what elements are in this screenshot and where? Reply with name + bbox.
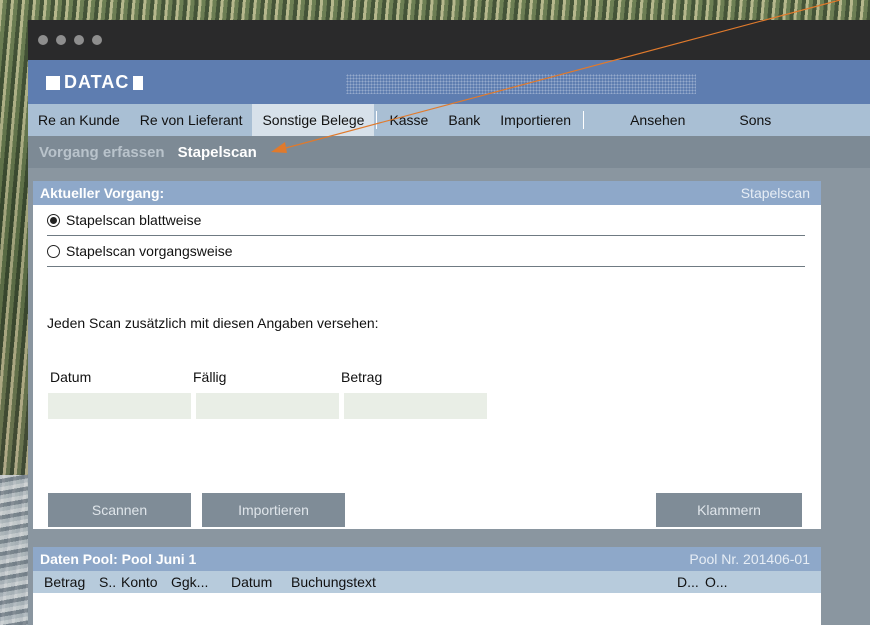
window-zoom-button[interactable] [74,35,84,45]
data-pool-panel: Daten Pool: Pool Juni 1 Pool Nr. 201406-… [33,547,821,625]
menu-importieren[interactable]: Importieren [490,104,581,136]
tab-stapelscan[interactable]: Stapelscan [178,144,257,161]
logo-text: DATAC [64,72,130,92]
radio-unselected-icon[interactable] [47,244,60,258]
data-pool-title: Daten Pool: Pool Juni 1 [40,551,197,567]
import-button[interactable]: Importieren [202,493,345,527]
menu-sonstige-belege[interactable]: Sonstige Belege [252,104,375,136]
current-process-mode: Stapelscan [740,185,810,201]
decorative-dot-grid [346,74,696,94]
col-ggk[interactable]: Ggk... [171,574,231,590]
menu-re-an-kunde[interactable]: Re an Kunde [28,104,130,136]
option-label: Stapelscan blattweise [66,212,202,228]
app-window: DATAC Re an Kunde Re von Lieferant Sonst… [28,20,870,625]
menu-separator [583,111,585,129]
col-s[interactable]: S.. [99,574,121,590]
betrag-field[interactable] [344,393,487,419]
col-d[interactable]: D... [677,574,705,590]
radio-selected-icon[interactable] [47,213,60,227]
title-bar [28,20,870,60]
menu-sonstiges[interactable]: Sons [729,104,781,136]
scan-note: Jeden Scan zusätzlich mit diesen Angaben… [47,315,379,331]
col-konto[interactable]: Konto [121,574,171,590]
col-buchungstext[interactable]: Buchungstext [291,574,677,590]
window-extra-button[interactable] [92,35,102,45]
tab-vorgang-erfassen[interactable]: Vorgang erfassen [39,144,165,161]
sub-tabs: Vorgang erfassen Stapelscan [28,136,870,168]
main-menu: Re an Kunde Re von Lieferant Sonstige Be… [28,104,870,136]
data-pool-header: Daten Pool: Pool Juni 1 Pool Nr. 201406-… [33,547,821,571]
col-betrag[interactable]: Betrag [44,574,99,590]
desktop-background-stones [0,475,28,625]
menu-bank[interactable]: Bank [438,104,490,136]
label-betrag: Betrag [341,369,383,385]
menu-ansehen[interactable]: Ansehen [620,104,695,136]
option-stapelscan-blattweise[interactable]: Stapelscan blattweise [47,205,805,236]
menu-kasse[interactable]: Kasse [379,104,438,136]
datum-field[interactable] [48,393,191,419]
logo-block-icon [133,75,144,90]
staple-button[interactable]: Klammern [656,493,802,527]
label-faellig: Fällig [193,369,227,385]
col-datum[interactable]: Datum [231,574,291,590]
scan-button[interactable]: Scannen [48,493,191,527]
pool-table-header: Betrag S.. Konto Ggk... Datum Buchungste… [33,571,821,593]
label-datum: Datum [50,369,92,385]
current-process-header: Aktueller Vorgang: Stapelscan [33,181,821,205]
menu-re-von-lieferant[interactable]: Re von Lieferant [130,104,253,136]
window-minimize-button[interactable] [56,35,66,45]
current-process-title: Aktueller Vorgang: [40,185,165,201]
option-stapelscan-vorgangsweise[interactable]: Stapelscan vorgangsweise [47,236,805,267]
option-label: Stapelscan vorgangsweise [66,243,233,259]
logo-block-icon [46,75,60,90]
menu-separator [376,111,378,129]
datac-logo: DATAC [46,72,144,93]
pool-number: Pool Nr. 201406-01 [689,551,810,567]
brand-bar: DATAC [28,60,870,104]
current-process-panel: Aktueller Vorgang: Stapelscan Stapelscan… [33,181,821,529]
window-close-button[interactable] [38,35,48,45]
col-o[interactable]: O... [705,574,735,590]
faellig-field[interactable] [196,393,339,419]
